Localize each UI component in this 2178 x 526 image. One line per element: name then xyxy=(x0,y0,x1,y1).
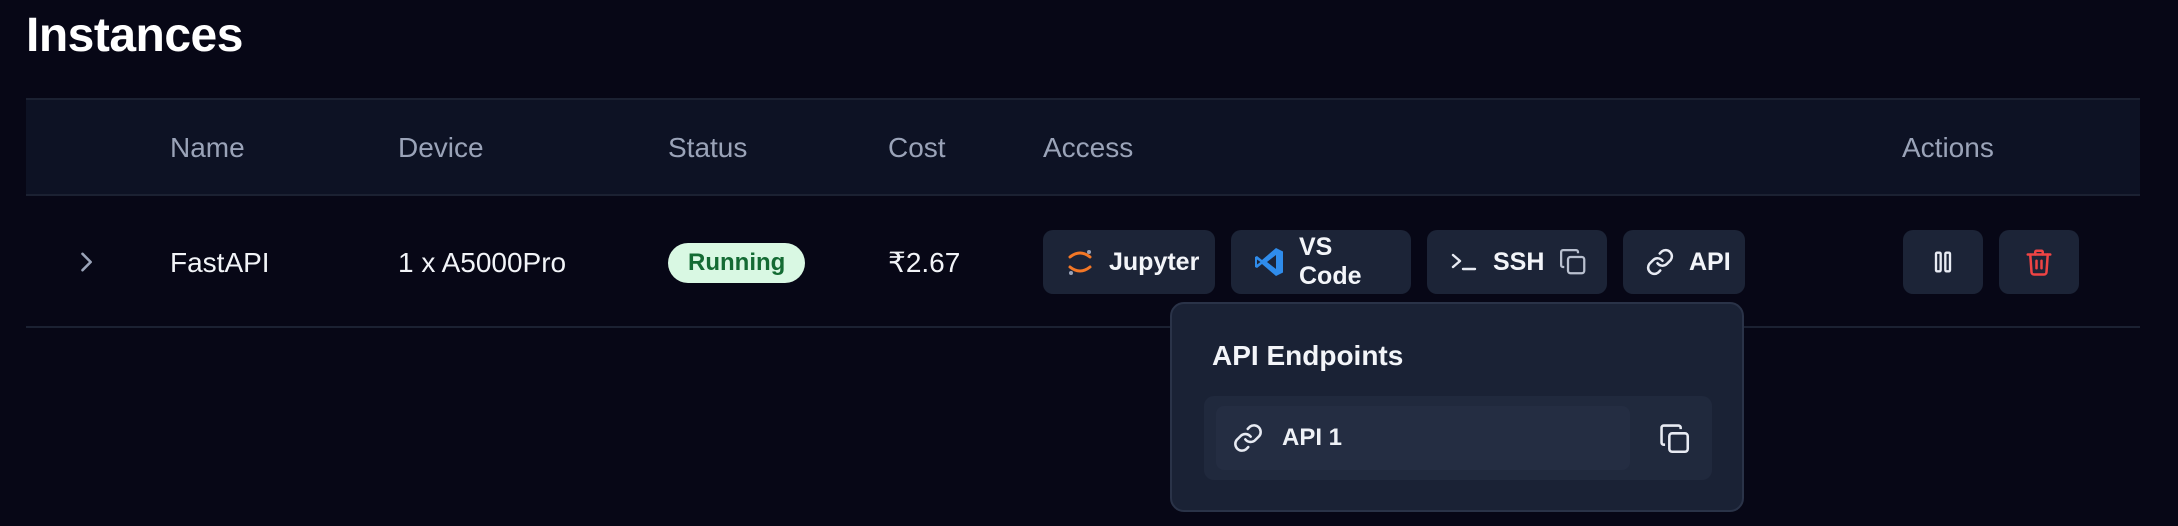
ssh-button[interactable]: SSH xyxy=(1427,230,1607,294)
trash-icon xyxy=(2026,249,2052,276)
delete-button[interactable] xyxy=(1999,230,2079,294)
chevron-right-icon[interactable] xyxy=(72,248,100,276)
instance-cost: ₹2.67 xyxy=(888,247,961,278)
column-header-access: Access xyxy=(1043,132,1134,163)
instance-device: 1 x A5000Pro xyxy=(398,247,567,278)
status-badge: Running xyxy=(668,243,806,283)
vscode-icon xyxy=(1255,248,1283,276)
link-icon xyxy=(1234,424,1262,452)
jupyter-icon xyxy=(1068,250,1092,275)
copy-icon[interactable] xyxy=(1558,247,1588,277)
vscode-label: VS Code xyxy=(1299,233,1362,290)
copy-icon[interactable] xyxy=(1658,422,1692,456)
column-header-actions: Actions xyxy=(1902,132,1994,163)
endpoint-row: API 1 xyxy=(1204,396,1712,480)
table-row: FastAPI 1 x A5000Pro Running ₹2.67 Jupyt… xyxy=(26,198,2140,328)
endpoint-label: API 1 xyxy=(1282,424,1343,451)
ssh-label: SSH xyxy=(1493,247,1545,276)
page-title: Instances xyxy=(26,9,243,62)
api-button[interactable]: API xyxy=(1623,230,1745,294)
pause-icon xyxy=(1934,251,1952,273)
api-label: API xyxy=(1689,247,1731,276)
popover-title: API Endpoints xyxy=(1212,340,1404,371)
column-header-status: Status xyxy=(668,132,748,163)
api-endpoints-popover: API Endpoints API 1 xyxy=(1170,302,1744,512)
column-header-device: Device xyxy=(398,132,484,163)
jupyter-label: Jupyter xyxy=(1109,247,1200,276)
terminal-icon xyxy=(1451,253,1477,271)
table-header: Name Device Status Cost Access Actions xyxy=(26,100,2140,196)
endpoint-link[interactable]: API 1 xyxy=(1216,406,1630,470)
column-header-name: Name xyxy=(170,132,245,163)
link-icon xyxy=(1646,248,1674,276)
vscode-button[interactable]: VS Code xyxy=(1231,230,1411,294)
instances-table: Name Device Status Cost Access Actions F… xyxy=(26,98,2140,328)
pause-button[interactable] xyxy=(1903,230,1983,294)
column-header-cost: Cost xyxy=(888,132,946,163)
instance-name: FastAPI xyxy=(170,247,270,278)
jupyter-button[interactable]: Jupyter xyxy=(1043,230,1215,294)
